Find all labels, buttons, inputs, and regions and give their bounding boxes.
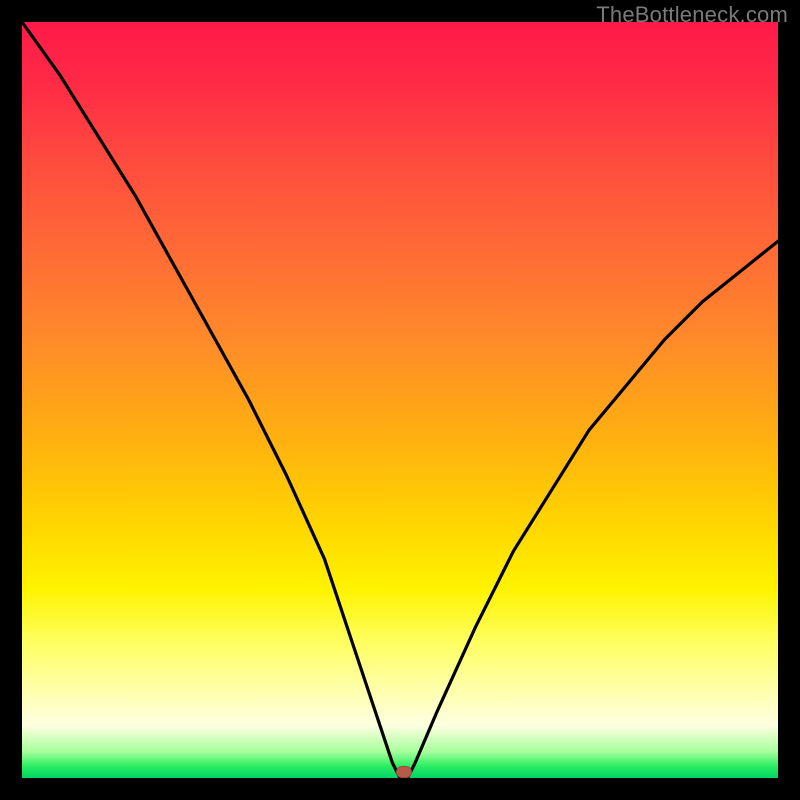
minimum-marker xyxy=(396,766,412,778)
chart-frame: TheBottleneck.com xyxy=(0,0,800,800)
bottleneck-curve xyxy=(22,22,778,778)
watermark-text: TheBottleneck.com xyxy=(596,2,788,28)
plot-area xyxy=(22,22,778,778)
curve-path xyxy=(22,22,778,778)
